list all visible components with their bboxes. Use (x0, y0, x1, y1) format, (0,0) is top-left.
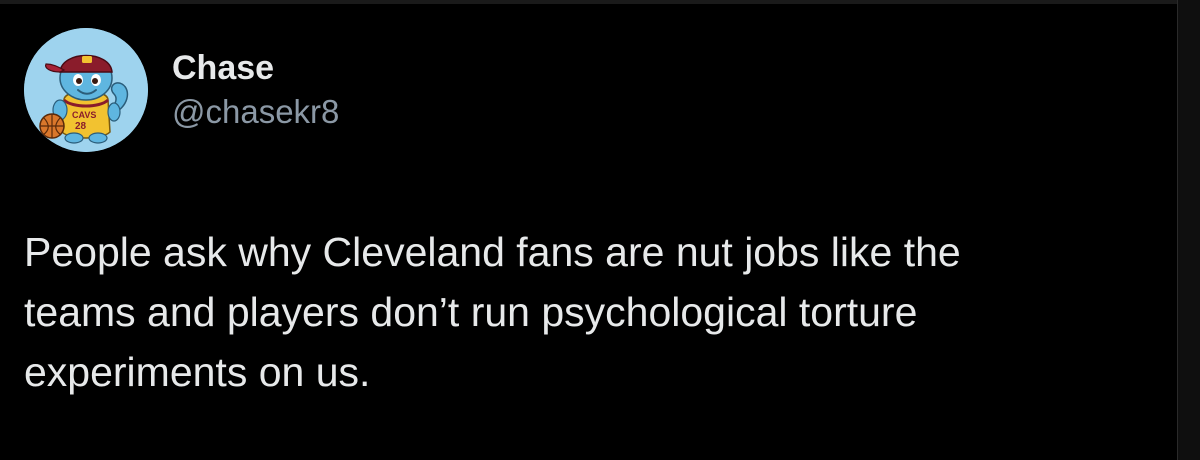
author-display-name[interactable]: Chase (172, 47, 339, 89)
tweet-card[interactable]: CAVS 28 Chase @chasekr8 People ask why C… (0, 0, 1176, 460)
tweet-header: CAVS 28 Chase @chasekr8 (24, 28, 339, 152)
author-names: Chase @chasekr8 (172, 47, 339, 133)
jersey-number: 28 (75, 121, 87, 132)
tweet-text: People ask why Cleveland fans are nut jo… (24, 229, 961, 395)
jersey-text: CAVS (72, 110, 96, 120)
scrollbar-track[interactable] (1177, 0, 1200, 460)
author-handle[interactable]: @chasekr8 (172, 91, 339, 133)
avatar[interactable]: CAVS 28 (24, 28, 148, 152)
